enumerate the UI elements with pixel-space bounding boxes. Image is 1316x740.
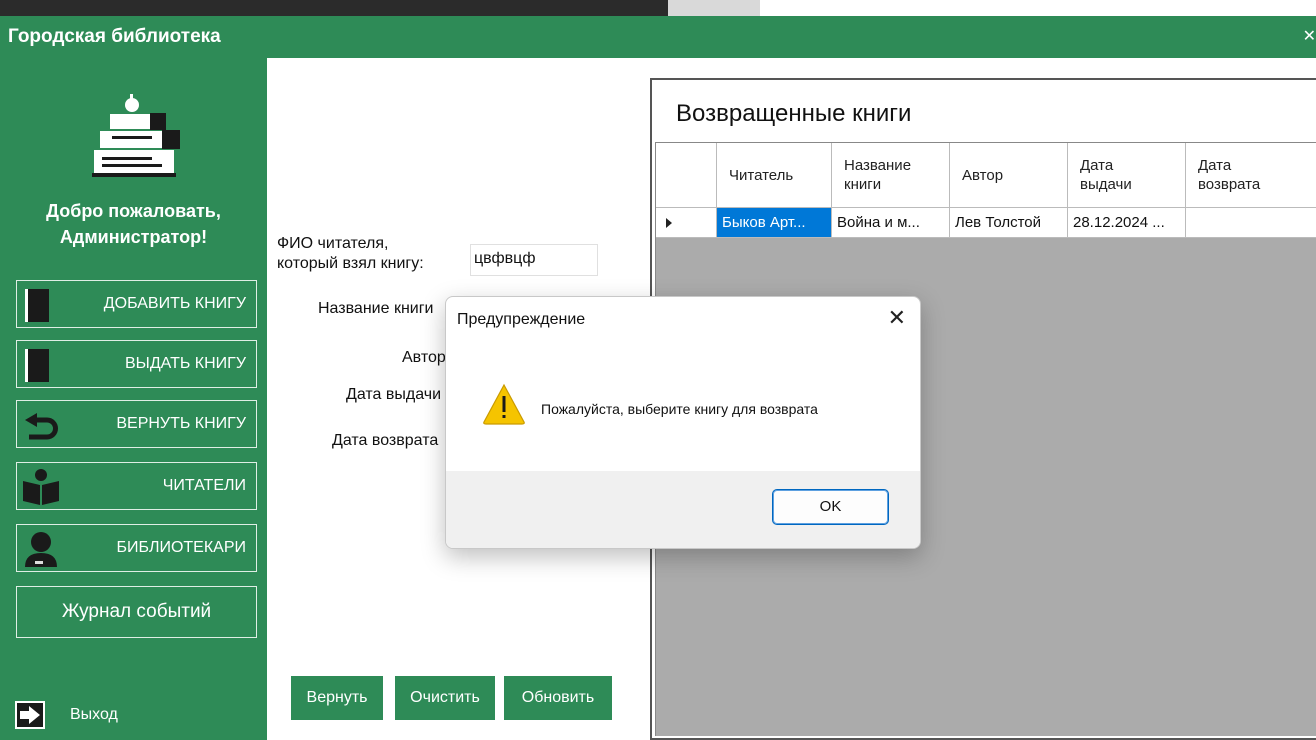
return-book-button[interactable]: ВЕРНУТЬ КНИГУ (16, 400, 257, 448)
return-book-label: ВЕРНУТЬ КНИГУ (116, 415, 246, 432)
return-date-label: Дата возврата (332, 432, 439, 449)
librarians-label: БИБЛИОТЕКАРИ (116, 539, 246, 556)
issue-book-button[interactable]: ВЫДАТЬ КНИГУ (16, 340, 257, 388)
reader-icon (23, 469, 59, 505)
book-icon (25, 349, 49, 382)
column-header-book-title-line1: Название (844, 157, 912, 174)
issue-date-label: Дата выдачи (346, 386, 442, 403)
welcome-line-1: Добро пожаловать, (46, 201, 221, 221)
exit-button[interactable]: Выход (10, 694, 170, 734)
column-header-return-date-text: Дата возврата (1198, 156, 1260, 194)
issue-book-label: ВЫДАТЬ КНИГУ (124, 355, 246, 372)
current-row-icon (666, 218, 672, 228)
background-window-dark (0, 0, 668, 16)
event-log-button[interactable]: Журнал событий (16, 586, 257, 638)
library-books-icon (92, 94, 180, 177)
dialog-close-icon[interactable]: ✕ (888, 305, 906, 331)
column-header-author[interactable]: Автор (950, 143, 1068, 208)
book-title-label: Название книги (318, 300, 434, 317)
table-cell-reader[interactable]: Быков Арт... (717, 208, 832, 238)
row-header[interactable] (656, 208, 717, 238)
welcome-line-2: Администратор! (59, 227, 208, 247)
exit-icon (15, 701, 45, 729)
reader-name-label-line1: ФИО читателя, (277, 235, 389, 252)
readers-label: ЧИТАТЕЛИ (162, 477, 246, 494)
reader-name-label-line2: который взял книгу: (277, 255, 424, 272)
sidebar: Добро пожаловать, Администратор! ДОБАВИТ… (0, 58, 267, 740)
column-header-issue-date-line1: Дата (1080, 157, 1114, 174)
column-header-author-text: Автор (962, 166, 1004, 184)
column-header-issue-date-text: Дата выдачи (1080, 156, 1132, 194)
dialog-footer: OK (446, 471, 920, 548)
librarians-button[interactable]: БИБЛИОТЕКАРИ (16, 524, 257, 572)
column-header-reader[interactable]: Читатель (717, 143, 832, 208)
column-header-return-date[interactable]: Дата возврата (1186, 143, 1316, 208)
readers-button[interactable]: ЧИТАТЕЛИ (16, 462, 257, 510)
window-close-icon[interactable]: ✕ (1303, 16, 1316, 58)
column-header-issue-date[interactable]: Дата выдачи (1068, 143, 1186, 208)
dialog-message: Пожалуйста, выберите книгу для возврата (541, 401, 818, 417)
event-log-label: Журнал событий (61, 601, 212, 622)
warning-icon (483, 383, 525, 425)
column-header-return-date-line2: возврата (1198, 176, 1261, 193)
return-arrow-icon (25, 413, 58, 440)
table-cell-return-date[interactable] (1186, 208, 1316, 238)
column-header-issue-date-line2: выдачи (1080, 176, 1132, 193)
reader-name-input[interactable]: цвфвцф (470, 244, 598, 276)
author-label: Автор (402, 349, 446, 366)
window-title: Городская библиотека (8, 26, 221, 47)
returned-books-title: Возвращенные книги (676, 100, 912, 127)
reader-name-label: ФИО читателя, который взял книгу: (277, 234, 424, 274)
title-bar: Городская библиотека ✕ (0, 16, 1316, 58)
ok-button[interactable]: OK (772, 489, 889, 525)
return-button[interactable]: Вернуть (291, 676, 383, 720)
clear-button[interactable]: Очистить (395, 676, 495, 720)
add-book-button[interactable]: ДОБАВИТЬ КНИГУ (16, 280, 257, 328)
table-cell-book-title[interactable]: Война и м... (832, 208, 950, 238)
column-header-book-title[interactable]: Название книги (832, 143, 950, 208)
dialog-body: Пожалуйста, выберите книгу для возврата (446, 341, 920, 471)
column-header-book-title-line2: книги (844, 176, 882, 193)
refresh-button[interactable]: Обновить (504, 676, 612, 720)
welcome-message: Добро пожаловать, Администратор! (0, 198, 267, 250)
dialog-title: Предупреждение (457, 311, 586, 328)
warning-dialog: Предупреждение ✕ Пожалуйста, выберите кн… (445, 296, 921, 549)
person-icon (25, 532, 57, 567)
book-icon (25, 289, 49, 322)
background-window-gray (668, 0, 760, 16)
exit-label: Выход (70, 706, 118, 723)
row-header-corner (656, 143, 717, 208)
column-header-return-date-line1: Дата (1198, 157, 1232, 174)
column-header-book-title-text: Название книги (844, 156, 911, 194)
column-header-reader-text: Читатель (729, 166, 794, 184)
background-window-strip (0, 0, 1316, 16)
table-cell-issue-date[interactable]: 28.12.2024 ... (1068, 208, 1186, 238)
add-book-label: ДОБАВИТЬ КНИГУ (103, 295, 246, 312)
table-cell-author[interactable]: Лев Толстой (950, 208, 1068, 238)
